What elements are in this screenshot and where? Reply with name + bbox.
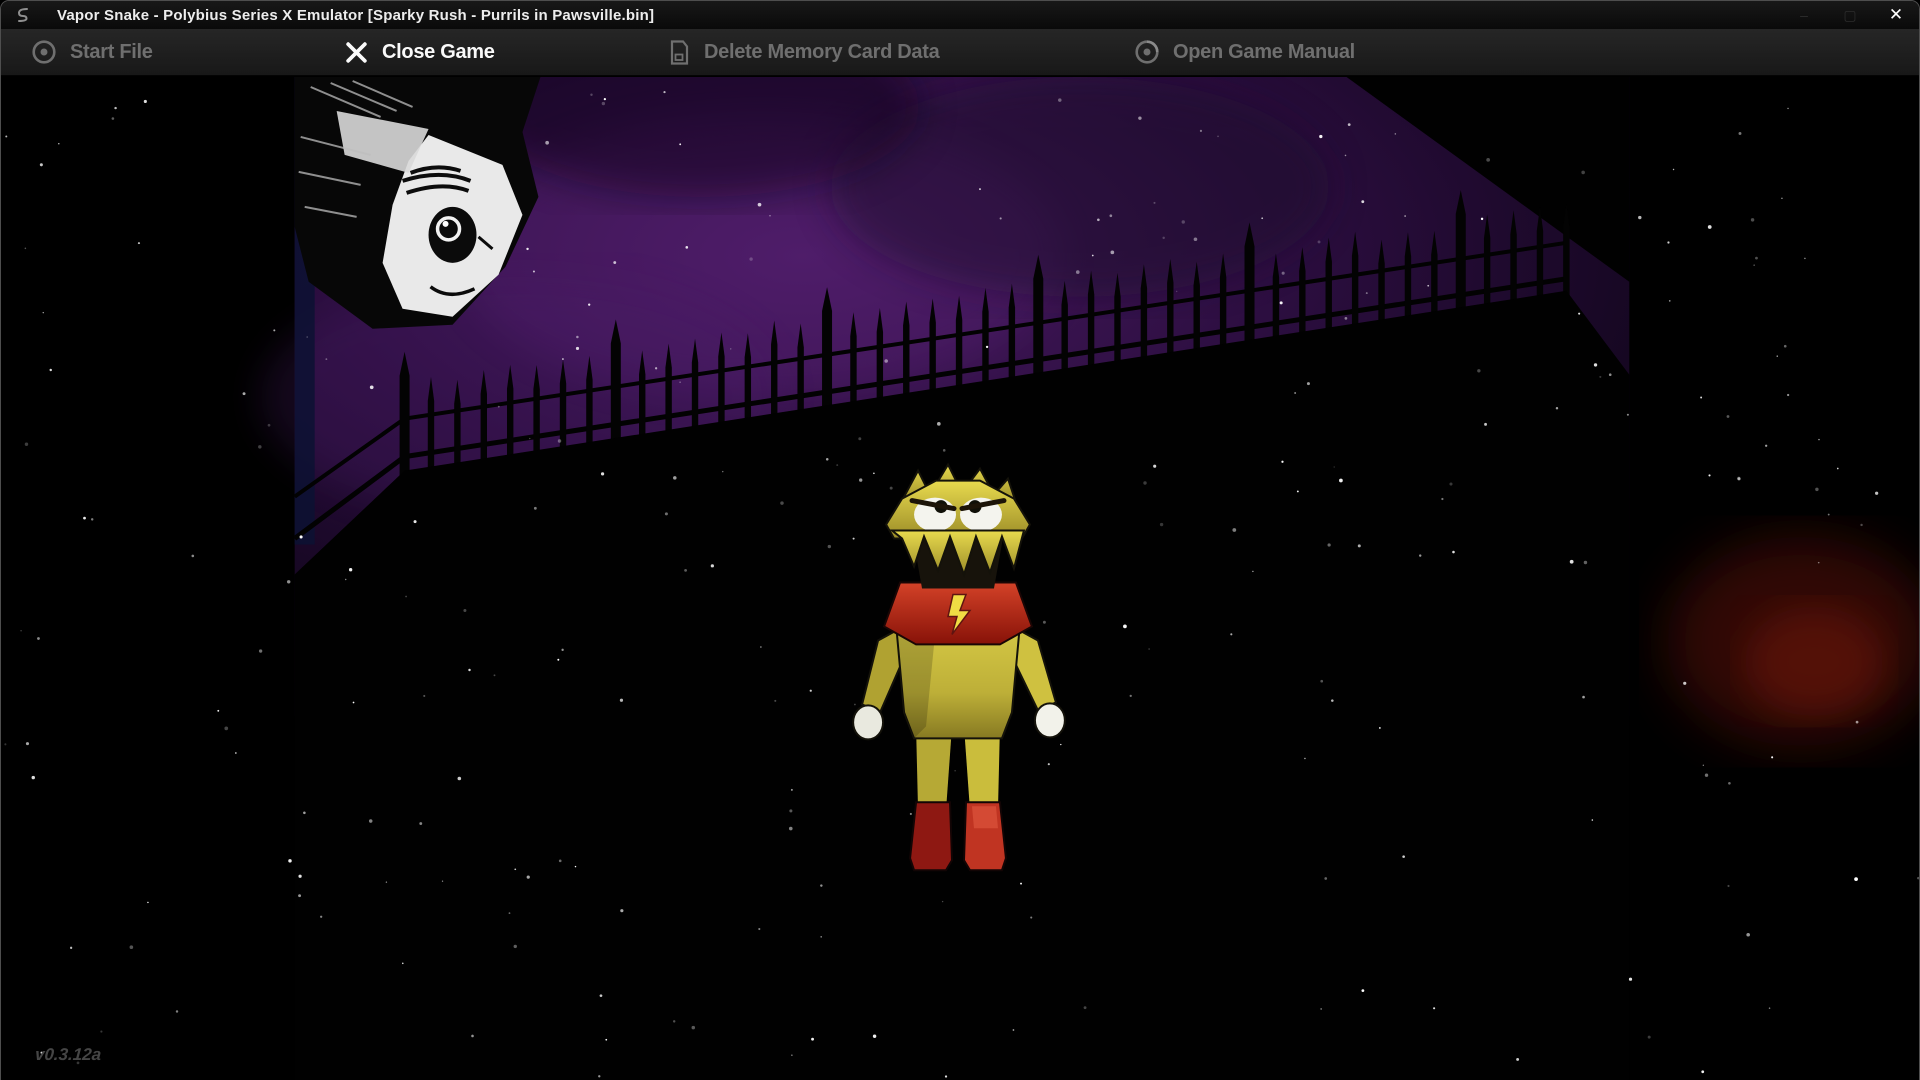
memory-card-icon xyxy=(667,39,691,66)
close-window-button[interactable]: ✕ xyxy=(1873,1,1919,29)
title-bar: Vapor Snake - Polybius Series X Emulator… xyxy=(1,1,1919,29)
open-game-manual-button[interactable]: Open Game Manual xyxy=(1134,29,1355,75)
game-scene xyxy=(1,77,1919,1080)
character-left-hand xyxy=(853,705,883,739)
emulator-version-label: v0.3.12a xyxy=(34,1045,102,1065)
window-title: Vapor Snake - Polybius Series X Emulator… xyxy=(57,7,654,24)
face-eye-socket xyxy=(429,207,477,263)
boot-highlight xyxy=(972,806,998,828)
delete-memory-card-label: Delete Memory Card Data xyxy=(704,41,939,64)
game-viewport[interactable]: v0.3.12a xyxy=(1,77,1919,1080)
window-controls: – ▢ ✕ xyxy=(1781,1,1919,29)
manual-disc-icon xyxy=(1134,39,1160,65)
face-eye-highlight xyxy=(443,221,449,227)
open-game-manual-label: Open Game Manual xyxy=(1173,41,1355,64)
emulator-window: Vapor Snake - Polybius Series X Emulator… xyxy=(0,0,1920,1080)
close-game-button[interactable]: Close Game xyxy=(344,29,495,75)
emulator-toolbar: Start File Close Game Delete Memory Card… xyxy=(1,29,1919,76)
close-x-icon xyxy=(344,40,369,65)
disc-icon xyxy=(31,39,57,65)
start-file-label: Start File xyxy=(70,41,153,64)
app-logo-icon xyxy=(13,5,33,25)
delete-memory-card-button[interactable]: Delete Memory Card Data xyxy=(667,29,939,75)
minimize-button[interactable]: – xyxy=(1781,1,1827,29)
start-file-button[interactable]: Start File xyxy=(31,29,153,75)
maximize-button[interactable]: ▢ xyxy=(1827,1,1873,29)
close-game-label: Close Game xyxy=(382,41,495,64)
character-right-hand xyxy=(1035,703,1065,737)
character-left-boot xyxy=(910,802,952,870)
